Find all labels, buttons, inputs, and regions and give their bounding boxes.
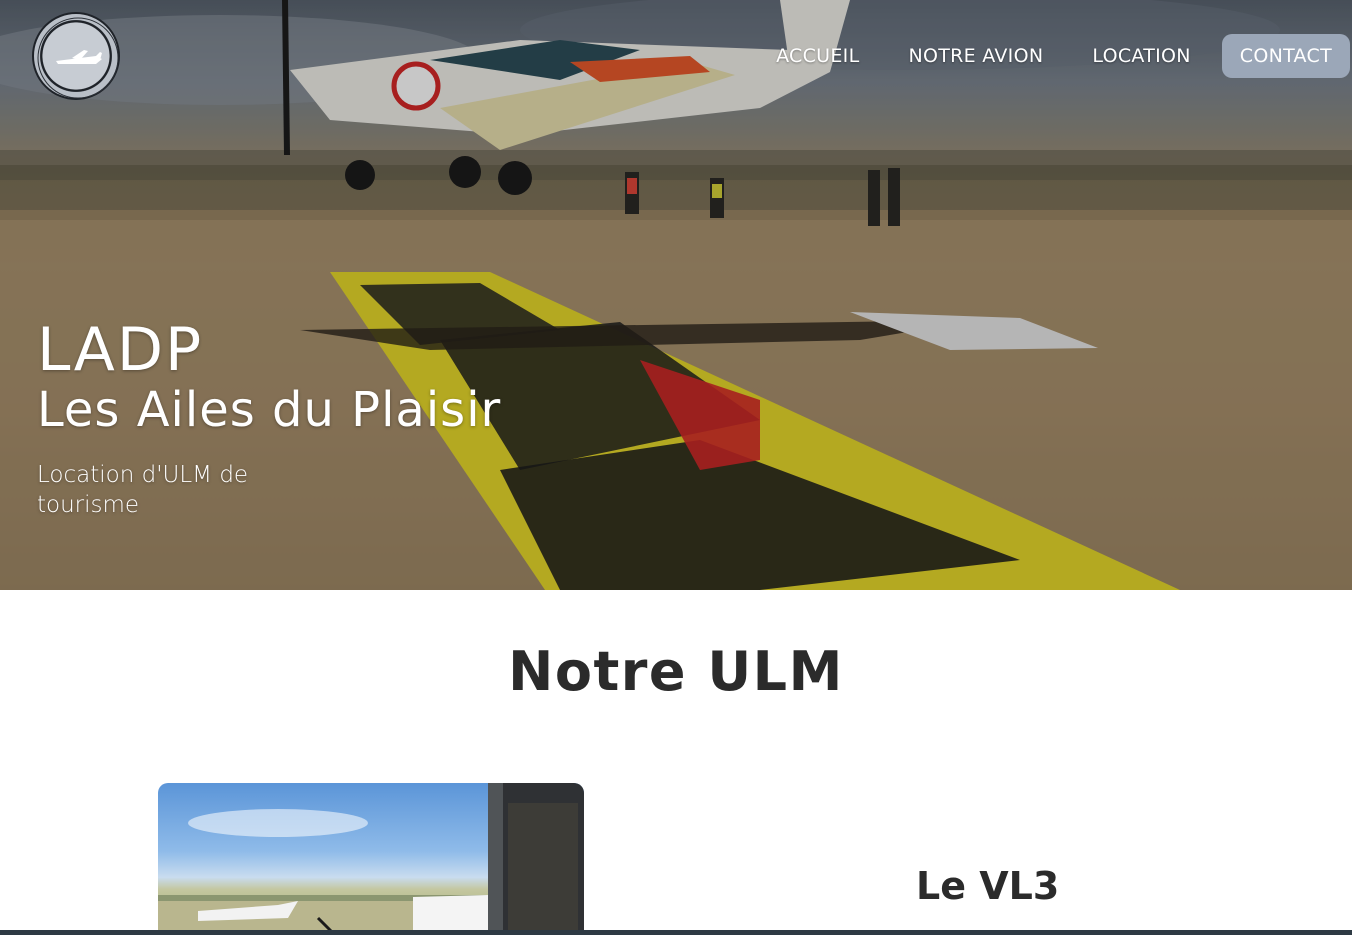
ulm-card-title: Le VL3 [916,864,1060,908]
nav-accueil[interactable]: ACCUEIL [758,34,877,78]
logo-plane-icon [37,17,119,99]
main-navigation: ACCUEIL NOTRE AVION LOCATION CONTACT [745,33,1350,79]
hero-subtitle: Les Ailes du Plaisir [37,382,502,438]
hero-title: LADP [37,315,204,385]
nav-location[interactable]: LOCATION [1074,34,1208,78]
nav-contact[interactable]: CONTACT [1221,34,1350,78]
ulm-photo [158,783,584,935]
bottom-edge [0,930,1352,935]
hero-text-block: LADP Les Ailes du Plaisir Location d'ULM… [37,318,501,520]
ladp-logo[interactable] [32,12,120,100]
hero-banner: ACCUEIL NOTRE AVION LOCATION CONTACT LAD… [0,0,1352,590]
hero-tagline: Location d'ULM de tourisme [37,462,249,518]
section-title: Notre ULM [508,640,844,703]
ulm-hangar-image [158,783,584,935]
nav-notre-avion[interactable]: NOTRE AVION [890,34,1061,78]
